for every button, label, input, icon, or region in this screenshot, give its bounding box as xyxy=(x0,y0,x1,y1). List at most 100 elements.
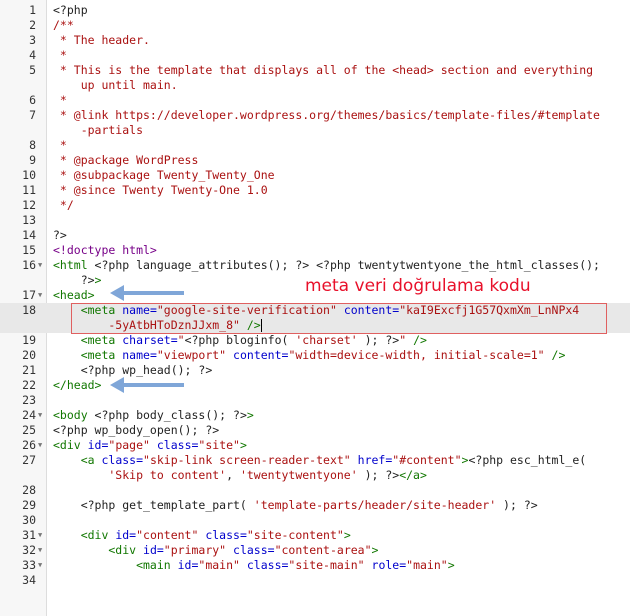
code-line[interactable]: 29 <?php get_template_part( 'template-pa… xyxy=(0,498,630,513)
code-text: * xyxy=(53,48,67,63)
code-line[interactable]: 7 * @link https://developer.wordpress.or… xyxy=(0,108,630,123)
code-line[interactable]: up until main. xyxy=(0,78,630,93)
fold-toggle-icon[interactable]: ▼ xyxy=(38,438,42,453)
code-line[interactable]: 26 ▼ <div id="page" class="site"> xyxy=(0,438,630,453)
code-line[interactable]: 3 * The header. xyxy=(0,33,630,48)
arrow-left-icon xyxy=(110,285,184,301)
code-token: <div xyxy=(53,438,88,452)
code-line[interactable]: 34 xyxy=(0,573,630,588)
code-token: <main xyxy=(53,558,178,572)
code-text: <main id="main" class="site-main" role="… xyxy=(53,558,455,573)
fold-toggle-icon[interactable]: ▼ xyxy=(38,558,42,573)
code-text: <meta name="viewport" content="width=dev… xyxy=(53,348,566,363)
code-token: content= xyxy=(226,348,289,362)
line-number: 6 xyxy=(29,93,36,107)
line-number: 24 xyxy=(22,408,36,422)
code-line[interactable]: 1 <?php xyxy=(0,3,630,18)
code-token: " xyxy=(177,333,185,347)
code-token: 'charset' xyxy=(295,333,358,347)
code-line[interactable]: 15 <!doctype html> xyxy=(0,243,630,258)
code-token: class= xyxy=(226,543,275,557)
code-line[interactable]: 28 xyxy=(0,483,630,498)
code-text: * @package WordPress xyxy=(53,153,198,168)
code-line[interactable]: -partials xyxy=(0,123,630,138)
code-token: "content" xyxy=(136,528,199,542)
line-number: 31 xyxy=(22,528,36,542)
code-token: "site" xyxy=(198,438,240,452)
code-line[interactable]: 2 /** xyxy=(0,18,630,33)
code-line[interactable]: 8 * xyxy=(0,138,630,153)
code-token: /** xyxy=(53,18,74,32)
code-line[interactable]: 4 * xyxy=(0,48,630,63)
line-number: 18 xyxy=(22,303,36,317)
code-token: "site-content" xyxy=(246,528,344,542)
line-number: 22 xyxy=(22,378,36,392)
fold-toggle-icon[interactable]: ▼ xyxy=(38,288,42,303)
fold-toggle-icon[interactable]: ▼ xyxy=(38,258,42,273)
fold-toggle-icon[interactable]: ▼ xyxy=(38,528,42,543)
code-line[interactable]: 19 <meta charset="<?php bloginfo( 'chars… xyxy=(0,333,630,348)
code-token: "width=device-width, initial-scale=1" xyxy=(288,348,545,362)
code-text: -partials xyxy=(53,123,143,138)
code-line[interactable]: 'Skip to content', 'twentytwentyone' ); … xyxy=(0,468,630,483)
line-number: 13 xyxy=(22,213,36,227)
line-number: 12 xyxy=(22,198,36,212)
code-token: ?> xyxy=(53,228,67,242)
code-line[interactable]: 27 <a class="skip-link screen-reader-tex… xyxy=(0,453,630,468)
code-token: <?php xyxy=(53,3,88,17)
code-text: 'Skip to content', 'twentytwentyone' ); … xyxy=(53,468,427,483)
fold-toggle-icon[interactable]: ▼ xyxy=(38,543,42,558)
code-token: id= xyxy=(177,558,199,572)
code-token: <?php bloginfo( xyxy=(184,333,296,347)
code-line[interactable]: 32 ▼ <div id="primary" class="content-are… xyxy=(0,543,630,558)
code-token: name= xyxy=(122,348,157,362)
code-token: </a> xyxy=(399,468,427,482)
code-token: "viewport" xyxy=(156,348,227,362)
code-token: "main" xyxy=(198,558,240,572)
code-token: ); ?> xyxy=(357,468,400,482)
code-line[interactable]: 16 ▼ <html <?php language_attributes(); ?>… xyxy=(0,258,630,273)
line-number: 14 xyxy=(22,228,36,242)
code-editor[interactable]: 1 <?php 2/** 3 * The header. 4 * 5 * This is … xyxy=(0,0,630,616)
code-token: "page" xyxy=(108,438,150,452)
line-number: 3 xyxy=(29,33,36,47)
code-token: /> xyxy=(406,333,427,347)
line-number: 23 xyxy=(22,393,36,407)
code-line[interactable]: 12 */ xyxy=(0,198,630,213)
line-number: 8 xyxy=(29,138,36,152)
code-token: * @link https://developer.wordpress.org/… xyxy=(53,108,600,122)
code-line[interactable]: 25 <?php wp_body_open(); ?> xyxy=(0,423,630,438)
code-line[interactable]: 14 ?> xyxy=(0,228,630,243)
code-line[interactable]: 9 * @package WordPress xyxy=(0,153,630,168)
code-line[interactable]: 21 <?php wp_head(); ?> xyxy=(0,363,630,378)
code-line[interactable]: 31 ▼ <div id="content" class="site-conten… xyxy=(0,528,630,543)
code-line[interactable]: 33 ▼ <main id="main" class="site-main" ro… xyxy=(0,558,630,573)
line-number: 21 xyxy=(22,363,36,377)
line-number: 9 xyxy=(29,153,36,167)
code-line[interactable]: 5 * This is the template that displays a… xyxy=(0,63,630,78)
code-line[interactable]: 10 * @subpackage Twenty_Twenty_One xyxy=(0,168,630,183)
code-line[interactable]: 22 </head> xyxy=(0,378,630,393)
code-text: * xyxy=(53,93,67,108)
code-line[interactable]: 6 * xyxy=(0,93,630,108)
code-line[interactable]: 11 * @since Twenty Twenty-One 1.0 xyxy=(0,183,630,198)
code-line[interactable]: 13 xyxy=(0,213,630,228)
code-line[interactable]: 24 ▼ <body <?php body_class(); ?>> xyxy=(0,408,630,423)
code-text: <?php wp_body_open(); ?> xyxy=(53,423,219,438)
code-line[interactable]: 20 <meta name="viewport" content="width=… xyxy=(0,348,630,363)
code-token: <?php esc_html_e( xyxy=(468,453,587,467)
code-text: * @subpackage Twenty_Twenty_One xyxy=(53,168,275,183)
code-token: "primary" xyxy=(163,543,227,557)
line-number: 28 xyxy=(22,483,36,497)
code-line[interactable]: 23 xyxy=(0,393,630,408)
line-number: 27 xyxy=(22,453,36,467)
code-token: 'template-parts/header/site-header' xyxy=(253,498,497,512)
code-token: */ xyxy=(53,198,74,212)
code-token: > xyxy=(343,528,351,542)
code-token: 'twentytwentyone' xyxy=(239,468,358,482)
code-token: <?php wp_body_open(); ?> xyxy=(53,423,220,437)
fold-toggle-icon[interactable]: ▼ xyxy=(38,408,42,423)
code-line[interactable]: 30 xyxy=(0,513,630,528)
line-number: 19 xyxy=(22,333,36,347)
code-token: "main" xyxy=(406,558,448,572)
